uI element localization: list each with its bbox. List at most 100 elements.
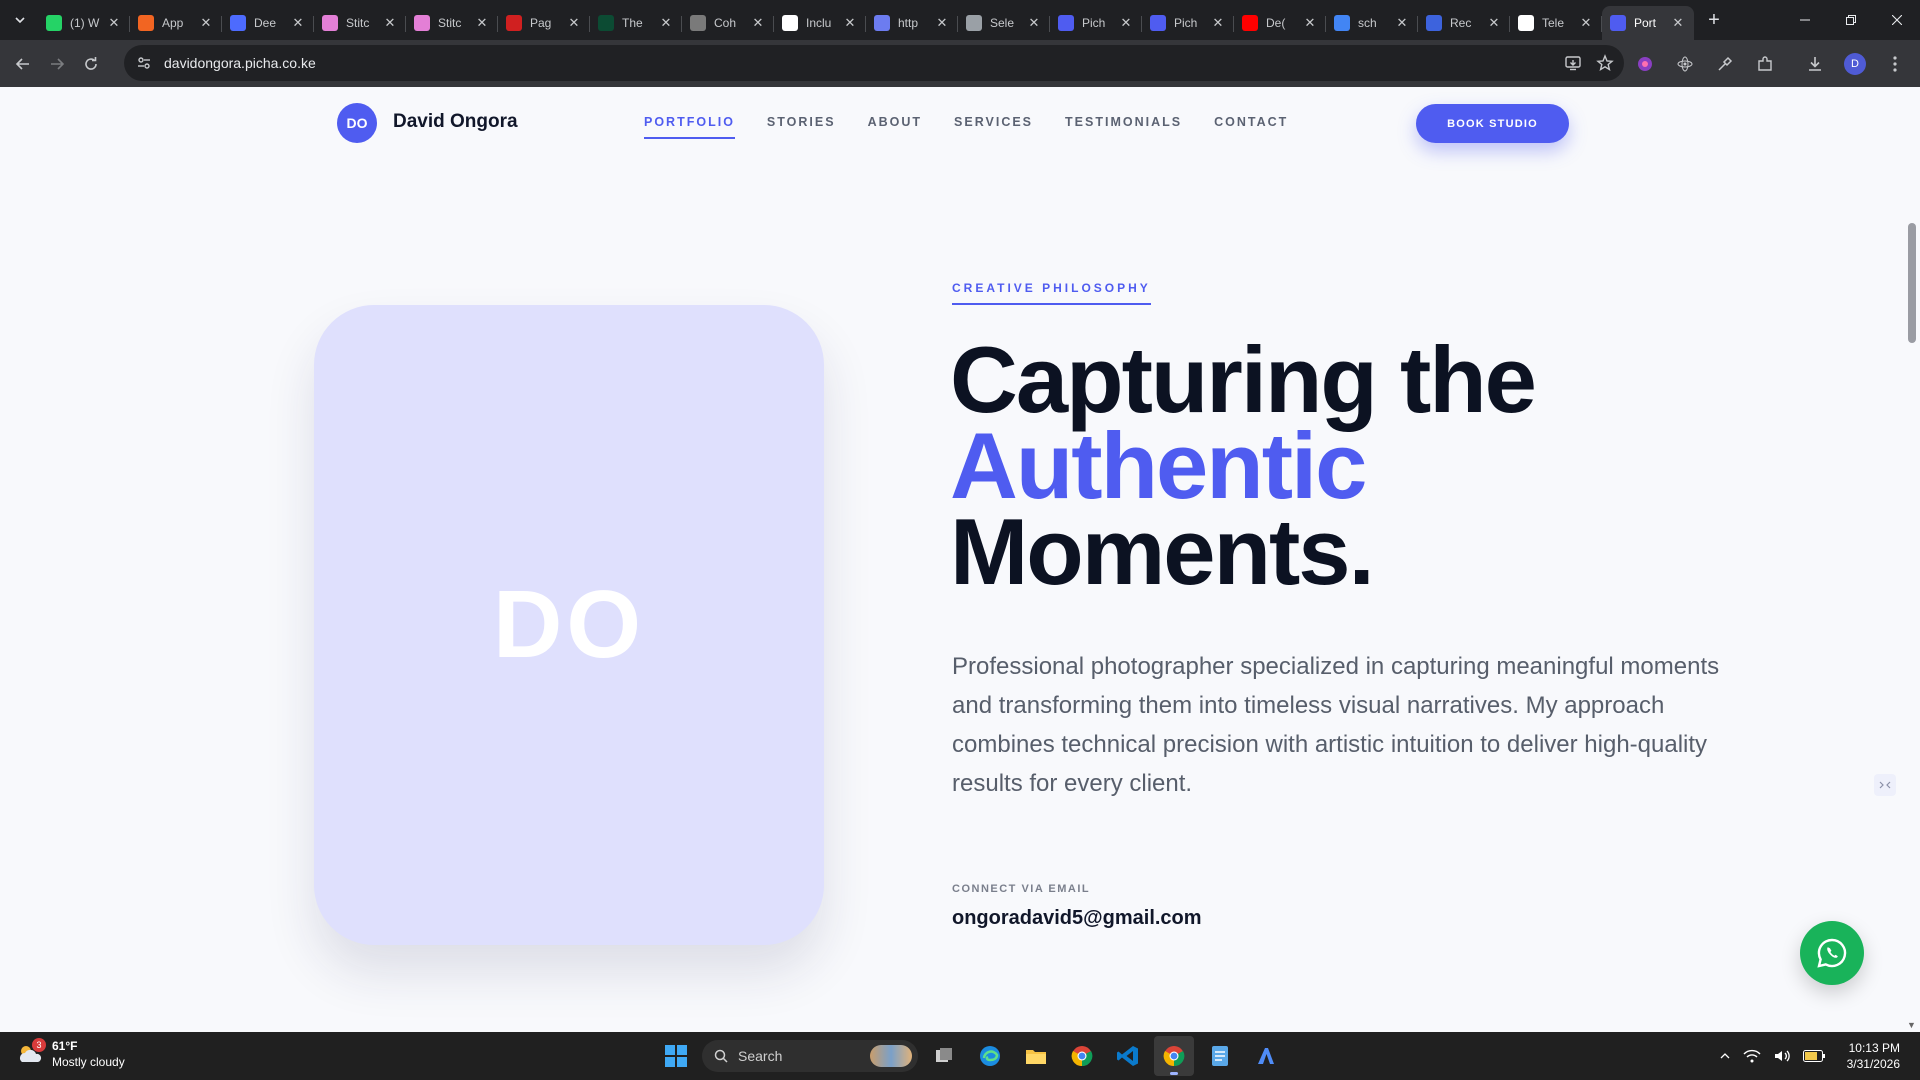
extension-1-button[interactable] [1628, 47, 1662, 81]
tab-close-icon[interactable]: ✕ [1394, 15, 1410, 31]
browser-tab[interactable]: Pag ✕ [498, 6, 590, 40]
browser-tab[interactable]: De( ✕ [1234, 6, 1326, 40]
browser-menu-button[interactable] [1878, 47, 1912, 81]
vscode-app[interactable] [1108, 1036, 1148, 1076]
browser-tab[interactable]: Dee ✕ [222, 6, 314, 40]
profile-avatar: D [1844, 52, 1866, 75]
browser-tab[interactable]: Stitc ✕ [314, 6, 406, 40]
tab-close-icon[interactable]: ✕ [658, 15, 674, 31]
tab-close-icon[interactable]: ✕ [474, 15, 490, 31]
browser-tab[interactable]: App ✕ [130, 6, 222, 40]
scroll-down-arrow[interactable]: ▼ [1907, 1020, 1916, 1030]
wifi-icon[interactable] [1743, 1049, 1761, 1063]
tab-close-icon[interactable]: ✕ [1578, 15, 1594, 31]
browser-tab[interactable]: Stitc ✕ [406, 6, 498, 40]
tab-close-icon[interactable]: ✕ [750, 15, 766, 31]
browser-tab[interactable]: http ✕ [866, 6, 958, 40]
task-view-button[interactable] [924, 1036, 964, 1076]
tab-title: Sele [990, 16, 1015, 30]
volume-icon[interactable] [1773, 1049, 1791, 1063]
collapse-icon [1879, 781, 1891, 789]
extension-3-button[interactable] [1708, 47, 1742, 81]
book-studio-button[interactable]: BOOK STUDIO [1416, 104, 1569, 143]
chrome-app[interactable] [1062, 1036, 1102, 1076]
nav-link-contact[interactable]: CONTACT [1214, 115, 1288, 139]
nav-link-stories[interactable]: STORIES [767, 115, 836, 139]
nav-link-services[interactable]: SERVICES [954, 115, 1033, 139]
restore-button[interactable] [1828, 0, 1874, 40]
whatsapp-float-button[interactable] [1800, 921, 1864, 985]
battery-icon[interactable] [1802, 1050, 1825, 1062]
tab-close-icon[interactable]: ✕ [1026, 15, 1042, 31]
browser-tab[interactable]: sch ✕ [1326, 6, 1418, 40]
tab-list: (1) W ✕ App ✕ Dee ✕ Stitc ✕ Stitc ✕ Pag ✕ The ✕ Coh ✕ In… [38, 0, 1694, 40]
browser-toolbar: davidongora.picha.co.ke D [0, 40, 1920, 87]
tab-close-icon[interactable]: ✕ [198, 15, 214, 31]
tab-close-icon[interactable]: ✕ [1670, 15, 1686, 31]
tab-close-icon[interactable]: ✕ [934, 15, 950, 31]
tab-search-button[interactable] [6, 6, 34, 34]
tab-close-icon[interactable]: ✕ [382, 15, 398, 31]
tab-close-icon[interactable]: ✕ [566, 15, 582, 31]
logo-badge[interactable]: DO [337, 103, 377, 143]
browser-tab[interactable]: The ✕ [590, 6, 682, 40]
page-icon [506, 15, 522, 31]
tab-close-icon[interactable]: ✕ [1302, 15, 1318, 31]
taskbar-search[interactable]: Search [702, 1040, 918, 1072]
nav-link-about[interactable]: ABOUT [868, 115, 922, 139]
browser-tab[interactable]: Port ✕ [1602, 6, 1694, 40]
tab-title: Inclu [806, 16, 832, 30]
tab-title: De( [1266, 16, 1286, 30]
notepad-app[interactable] [1200, 1036, 1240, 1076]
downloads-button[interactable] [1798, 47, 1832, 81]
hero-description: Professional photographer specialized in… [952, 653, 1720, 797]
browser-tab[interactable]: Inclu ✕ [774, 6, 866, 40]
site-info-icon[interactable] [136, 55, 152, 71]
browser-tab[interactable]: Rec ✕ [1418, 6, 1510, 40]
email-link[interactable]: ongoradavid5@gmail.com [952, 907, 1202, 930]
tab-title: Stitc [346, 16, 370, 30]
browser-tab[interactable]: Tele ✕ [1510, 6, 1602, 40]
tab-close-icon[interactable]: ✕ [106, 15, 122, 31]
extensions-button[interactable] [1748, 47, 1782, 81]
profile-button[interactable]: D [1838, 47, 1872, 81]
minimize-button[interactable] [1782, 0, 1828, 40]
start-button[interactable] [656, 1036, 696, 1076]
edge-app[interactable] [970, 1036, 1010, 1076]
clock[interactable]: 10:13 PM 3/31/2026 [1847, 1040, 1900, 1072]
forward-button[interactable] [40, 47, 74, 81]
tab-close-icon[interactable]: ✕ [1118, 15, 1134, 31]
tab-close-icon[interactable]: ✕ [1486, 15, 1502, 31]
browser-tab[interactable]: Sele ✕ [958, 6, 1050, 40]
back-button[interactable] [6, 47, 40, 81]
bookmark-star-icon[interactable] [1596, 54, 1614, 72]
browser-tab[interactable]: (1) W ✕ [38, 6, 130, 40]
hero-initials: DO [493, 571, 645, 678]
app-launcher-app[interactable] [1246, 1036, 1286, 1076]
tab-title: Pich [1082, 16, 1106, 30]
chevron-up-icon[interactable] [1719, 1050, 1731, 1062]
chrome-active-app[interactable] [1154, 1036, 1194, 1076]
nav-link-testimonials[interactable]: TESTIMONIALS [1065, 115, 1182, 139]
address-bar[interactable]: davidongora.picha.co.ke [124, 45, 1624, 81]
side-widget-button[interactable] [1874, 774, 1896, 796]
browser-tab[interactable]: Pich ✕ [1050, 6, 1142, 40]
tab-close-icon[interactable]: ✕ [842, 15, 858, 31]
scrollbar-thumb[interactable] [1908, 223, 1916, 343]
extension-2-button[interactable] [1668, 47, 1702, 81]
page-scrollbar[interactable]: ▼ [1904, 87, 1920, 1032]
browser-tab[interactable]: Coh ✕ [682, 6, 774, 40]
close-window-button[interactable] [1874, 0, 1920, 40]
url-text[interactable]: davidongora.picha.co.ke [164, 55, 316, 71]
new-tab-button[interactable]: + [1700, 6, 1728, 34]
nav-link-portfolio[interactable]: PORTFOLIO [644, 115, 735, 139]
file-explorer-app[interactable] [1016, 1036, 1056, 1076]
weather-widget[interactable]: 3 61°F Mostly cloudy [16, 1038, 125, 1070]
install-app-icon[interactable] [1564, 54, 1582, 72]
reload-button[interactable] [74, 47, 108, 81]
tab-title: Dee [254, 16, 277, 30]
logo-name[interactable]: David Ongora [393, 111, 518, 133]
tab-close-icon[interactable]: ✕ [290, 15, 306, 31]
browser-tab[interactable]: Pich ✕ [1142, 6, 1234, 40]
tab-close-icon[interactable]: ✕ [1210, 15, 1226, 31]
